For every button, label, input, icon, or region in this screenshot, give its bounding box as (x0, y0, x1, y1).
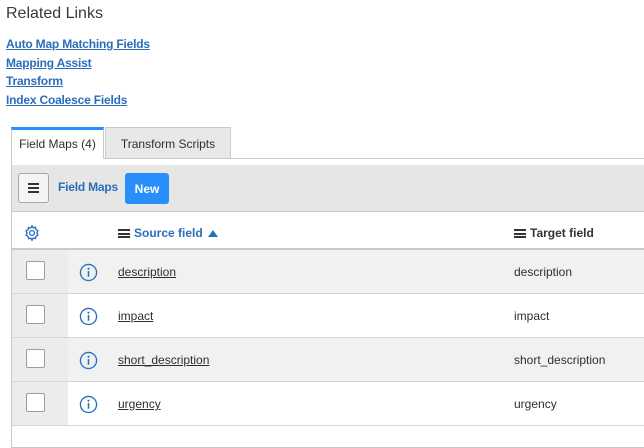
related-links-list: Auto Map Matching Fields Mapping Assist … (6, 35, 150, 109)
source-field-link[interactable]: short_description (118, 353, 209, 367)
related-links-title: Related Links (6, 5, 103, 22)
row-checkbox[interactable] (26, 261, 45, 280)
info-circle-icon[interactable] (79, 395, 98, 414)
tab-transform-scripts[interactable]: Transform Scripts (105, 127, 231, 158)
mapping-assist-link[interactable]: Mapping Assist (6, 54, 150, 73)
tab-field-maps[interactable]: Field Maps (4) (11, 127, 104, 159)
table-row: short_description short_description (12, 338, 644, 382)
source-field-link[interactable]: impact (118, 309, 153, 323)
info-circle-icon[interactable] (79, 307, 98, 326)
transform-link[interactable]: Transform (6, 72, 150, 91)
target-field-value: short_description (514, 353, 606, 367)
list-header-bar: Field Maps New (12, 165, 644, 212)
info-circle-icon[interactable] (79, 263, 98, 282)
target-field-value: urgency (514, 397, 557, 411)
source-field-column-header[interactable]: Source field (118, 226, 218, 240)
target-field-value: description (514, 265, 573, 279)
list-menu-button[interactable] (18, 173, 49, 203)
column-menu-icon[interactable] (118, 229, 130, 239)
source-field-link[interactable]: description (118, 265, 176, 279)
hamburger-icon (28, 183, 39, 185)
source-field-header-label: Source field (134, 226, 203, 240)
target-field-value: impact (514, 309, 550, 323)
row-checkbox[interactable] (26, 349, 45, 368)
sort-ascending-icon (207, 230, 218, 238)
target-field-column-header[interactable]: Target field (514, 226, 594, 240)
index-coalesce-fields-link[interactable]: Index Coalesce Fields (6, 91, 150, 110)
row-checkbox[interactable] (26, 305, 45, 324)
row-checkbox[interactable] (26, 393, 45, 412)
auto-map-matching-fields-link[interactable]: Auto Map Matching Fields (6, 35, 150, 54)
column-header-row: Source field Target field (12, 212, 644, 250)
table-row: impact impact (12, 294, 644, 338)
target-field-header-label: Target field (530, 226, 594, 240)
column-menu-icon[interactable] (514, 229, 526, 239)
list-title[interactable]: Field Maps (58, 180, 118, 194)
gear-icon[interactable] (23, 224, 41, 242)
new-button[interactable]: New (125, 173, 169, 204)
info-circle-icon[interactable] (79, 351, 98, 370)
table-row: description description (12, 250, 644, 294)
table-row: urgency urgency (12, 382, 644, 426)
source-field-link[interactable]: urgency (118, 397, 161, 411)
